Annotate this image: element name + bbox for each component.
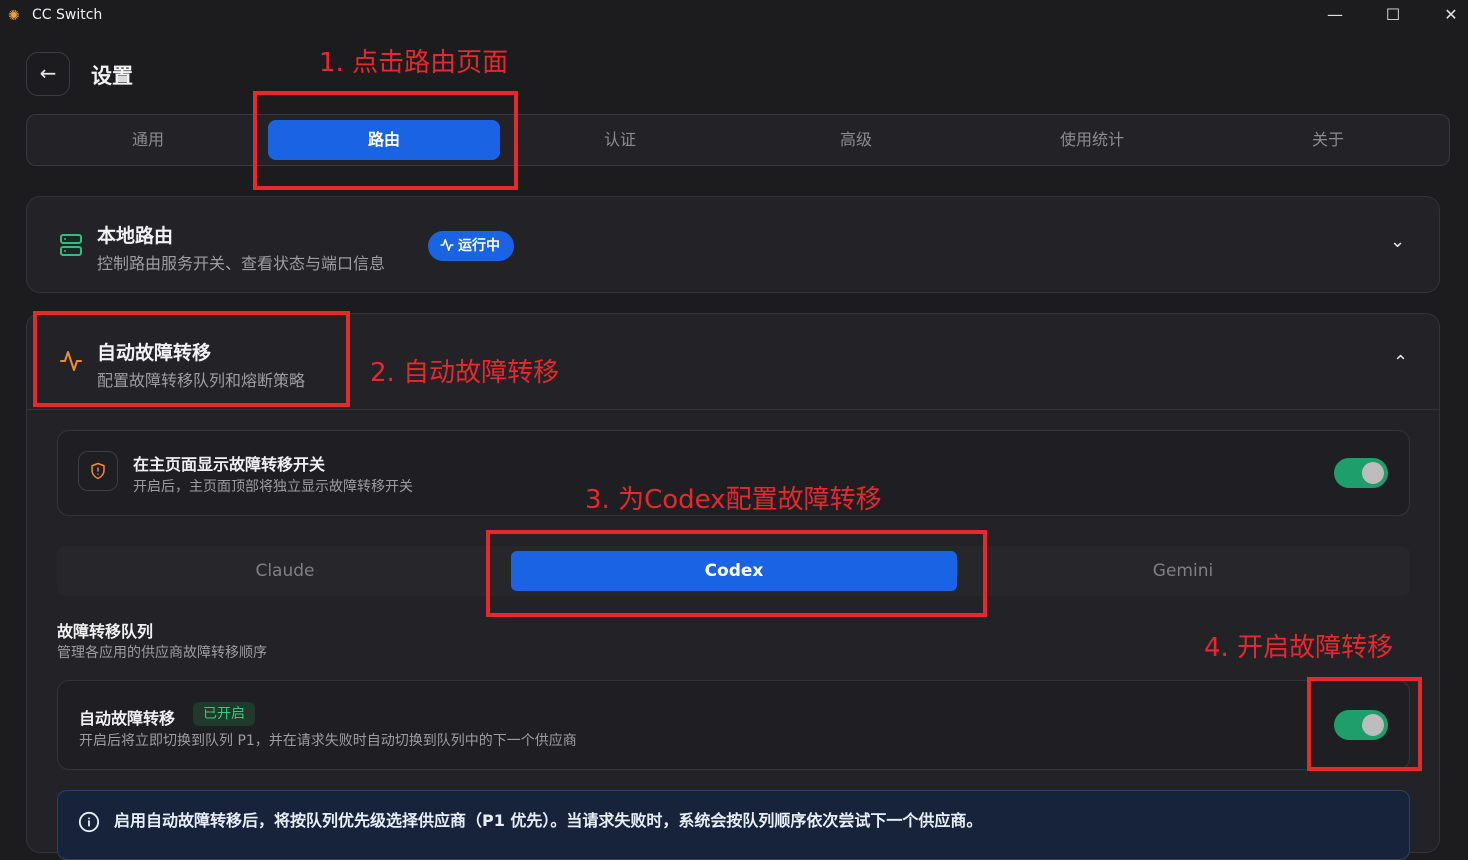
chevron-down-icon[interactable]: ⌄: [1390, 231, 1405, 252]
local-routing-subtitle: 控制路由服务开关、查看状态与端口信息: [97, 254, 386, 273]
shield-alert-icon: [91, 462, 105, 480]
show-failover-toggle[interactable]: [1334, 458, 1388, 488]
back-button[interactable]: ←: [26, 52, 70, 96]
auto-failover-title: 自动故障转移: [79, 709, 176, 728]
tab-auth[interactable]: 认证: [504, 120, 736, 160]
window-title: CC Switch: [32, 7, 103, 23]
annotation-step-2: 2. 自动故障转移: [370, 358, 560, 388]
show-toggle-title: 在主页面显示故障转移开关: [133, 455, 326, 474]
local-routing-card[interactable]: 本地路由 控制路由服务开关、查看状态与端口信息 运行中 ⌄: [26, 196, 1440, 293]
section-divider: [27, 409, 1439, 410]
info-icon: [78, 811, 100, 833]
arrow-left-icon: ←: [39, 61, 57, 85]
tab-advanced[interactable]: 高级: [740, 120, 972, 160]
annotation-box-failover-header: [33, 311, 350, 407]
failover-queue-title: 故障转移队列: [57, 622, 154, 641]
info-text: 启用自动故障转移后，将按队列优先级选择供应商（P1 优先）。当请求失败时，系统会…: [114, 811, 983, 830]
title-bar: ✺ CC Switch — ☐ ✕: [0, 0, 1468, 32]
running-status-badge: 运行中: [428, 231, 514, 261]
auto-failover-description: 开启后将立即切换到队列 P1，并在请求失败时自动切换到队列中的下一个供应商: [79, 733, 577, 749]
tab-general[interactable]: 通用: [32, 120, 264, 160]
shield-icon-container: [78, 451, 118, 491]
info-box: 启用自动故障转移后，将按队列优先级选择供应商（P1 优先）。当请求失败时，系统会…: [57, 790, 1410, 860]
toggle-knob: [1362, 462, 1384, 484]
auto-failover-setting: 自动故障转移 已开启 开启后将立即切换到队列 P1，并在请求失败时自动切换到队列…: [57, 680, 1410, 770]
annotation-step-4: 4. 开启故障转移: [1204, 633, 1394, 663]
annotation-box-codex-tab: [486, 530, 987, 617]
close-button[interactable]: ✕: [1422, 0, 1468, 32]
running-status-label: 运行中: [458, 238, 500, 254]
tab-about[interactable]: 关于: [1212, 120, 1444, 160]
server-icon: [60, 234, 82, 256]
local-routing-title: 本地路由: [97, 225, 174, 247]
show-toggle-description: 开启后，主页面顶部将独立显示故障转移开关: [133, 479, 413, 495]
annotation-step-3: 3. 为Codex配置故障转移: [585, 485, 882, 515]
app-tab-gemini[interactable]: Gemini: [960, 551, 1406, 591]
annotation-box-auto-failover-toggle: [1307, 677, 1422, 771]
app-tab-claude[interactable]: Claude: [62, 551, 508, 591]
annotation-box-routing-tab: [253, 91, 518, 190]
activity-icon: [440, 239, 454, 251]
tab-usage-stats[interactable]: 使用统计: [976, 120, 1208, 160]
minimize-button[interactable]: —: [1306, 0, 1364, 32]
chevron-up-icon[interactable]: ⌃: [1393, 352, 1408, 373]
status-badge: 已开启: [193, 702, 255, 726]
app-logo-icon: ✺: [8, 8, 20, 24]
failover-queue-subtitle: 管理各应用的供应商故障转移顺序: [57, 645, 267, 661]
annotation-step-1: 1. 点击路由页面: [319, 48, 509, 78]
page-title: 设置: [91, 64, 133, 88]
maximize-button[interactable]: ☐: [1364, 0, 1422, 32]
settings-tabs: 通用 路由 认证 高级 使用统计 关于: [26, 114, 1450, 166]
